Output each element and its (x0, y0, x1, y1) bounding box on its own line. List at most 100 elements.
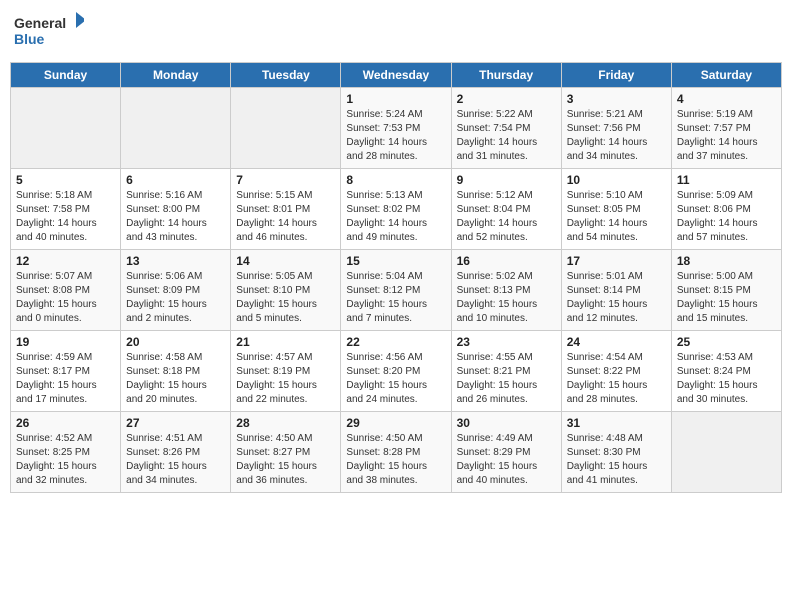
day-info: Sunrise: 5:10 AM Sunset: 8:05 PM Dayligh… (567, 189, 666, 245)
day-info: Sunrise: 4:52 AM Sunset: 8:25 PM Dayligh… (16, 432, 115, 488)
calendar-cell: 24 Sunrise: 4:54 AM Sunset: 8:22 PM Dayli… (561, 331, 671, 412)
day-info: Sunrise: 4:55 AM Sunset: 8:21 PM Dayligh… (457, 351, 556, 407)
day-header-wednesday: Wednesday (341, 63, 451, 88)
calendar-cell: 17 Sunrise: 5:01 AM Sunset: 8:14 PM Dayli… (561, 250, 671, 331)
svg-text:Blue: Blue (14, 31, 45, 47)
week-row-4: 19 Sunrise: 4:59 AM Sunset: 8:17 PM Dayli… (11, 331, 782, 412)
day-info: Sunrise: 4:58 AM Sunset: 8:18 PM Dayligh… (126, 351, 225, 407)
day-number: 10 (567, 173, 666, 187)
page-header: General Blue (10, 10, 782, 54)
day-number: 4 (677, 92, 776, 106)
day-info: Sunrise: 5:15 AM Sunset: 8:01 PM Dayligh… (236, 189, 335, 245)
day-number: 2 (457, 92, 556, 106)
day-number: 31 (567, 416, 666, 430)
day-number: 26 (16, 416, 115, 430)
calendar-cell: 12 Sunrise: 5:07 AM Sunset: 8:08 PM Dayli… (11, 250, 121, 331)
day-header-monday: Monday (121, 63, 231, 88)
day-info: Sunrise: 5:01 AM Sunset: 8:14 PM Dayligh… (567, 270, 666, 326)
day-info: Sunrise: 4:50 AM Sunset: 8:27 PM Dayligh… (236, 432, 335, 488)
calendar-cell: 11Sunrise: 5:09 AM Sunset: 8:06 PM Dayli… (671, 169, 781, 250)
day-number: 21 (236, 335, 335, 349)
day-info: Sunrise: 5:13 AM Sunset: 8:02 PM Dayligh… (346, 189, 445, 245)
day-header-sunday: Sunday (11, 63, 121, 88)
day-number: 8 (346, 173, 445, 187)
calendar-cell: 22 Sunrise: 4:56 AM Sunset: 8:20 PM Dayli… (341, 331, 451, 412)
day-info: Sunrise: 4:49 AM Sunset: 8:29 PM Dayligh… (457, 432, 556, 488)
day-header-friday: Friday (561, 63, 671, 88)
calendar-cell: 13 Sunrise: 5:06 AM Sunset: 8:09 PM Dayli… (121, 250, 231, 331)
day-number: 24 (567, 335, 666, 349)
day-info: Sunrise: 4:51 AM Sunset: 8:26 PM Dayligh… (126, 432, 225, 488)
day-info: Sunrise: 5:18 AM Sunset: 7:58 PM Dayligh… (16, 189, 115, 245)
day-number: 16 (457, 254, 556, 268)
day-number: 22 (346, 335, 445, 349)
day-info: Sunrise: 5:02 AM Sunset: 8:13 PM Dayligh… (457, 270, 556, 326)
day-header-saturday: Saturday (671, 63, 781, 88)
calendar-cell: 19 Sunrise: 4:59 AM Sunset: 8:17 PM Dayli… (11, 331, 121, 412)
day-number: 14 (236, 254, 335, 268)
day-info: Sunrise: 4:48 AM Sunset: 8:30 PM Dayligh… (567, 432, 666, 488)
svg-text:General: General (14, 15, 66, 31)
logo: General Blue (14, 10, 84, 54)
calendar-cell: 27 Sunrise: 4:51 AM Sunset: 8:26 PM Dayli… (121, 412, 231, 493)
day-number: 12 (16, 254, 115, 268)
day-info: Sunrise: 5:07 AM Sunset: 8:08 PM Dayligh… (16, 270, 115, 326)
day-header-tuesday: Tuesday (231, 63, 341, 88)
day-info: Sunrise: 4:53 AM Sunset: 8:24 PM Dayligh… (677, 351, 776, 407)
calendar-cell: 15 Sunrise: 5:04 AM Sunset: 8:12 PM Dayli… (341, 250, 451, 331)
day-info: Sunrise: 4:50 AM Sunset: 8:28 PM Dayligh… (346, 432, 445, 488)
day-info: Sunrise: 5:24 AM Sunset: 7:53 PM Dayligh… (346, 108, 445, 164)
day-info: Sunrise: 5:09 AM Sunset: 8:06 PM Dayligh… (677, 189, 776, 245)
day-number: 18 (677, 254, 776, 268)
day-info: Sunrise: 5:00 AM Sunset: 8:15 PM Dayligh… (677, 270, 776, 326)
day-number: 19 (16, 335, 115, 349)
day-number: 29 (346, 416, 445, 430)
day-info: Sunrise: 5:21 AM Sunset: 7:56 PM Dayligh… (567, 108, 666, 164)
day-info: Sunrise: 4:54 AM Sunset: 8:22 PM Dayligh… (567, 351, 666, 407)
day-number: 1 (346, 92, 445, 106)
week-row-3: 12 Sunrise: 5:07 AM Sunset: 8:08 PM Dayli… (11, 250, 782, 331)
day-number: 30 (457, 416, 556, 430)
day-number: 23 (457, 335, 556, 349)
day-number: 17 (567, 254, 666, 268)
calendar-cell: 23 Sunrise: 4:55 AM Sunset: 8:21 PM Dayli… (451, 331, 561, 412)
day-info: Sunrise: 5:19 AM Sunset: 7:57 PM Dayligh… (677, 108, 776, 164)
day-number: 3 (567, 92, 666, 106)
week-row-5: 26 Sunrise: 4:52 AM Sunset: 8:25 PM Dayli… (11, 412, 782, 493)
calendar-cell: 25Sunrise: 4:53 AM Sunset: 8:24 PM Dayli… (671, 331, 781, 412)
day-number: 27 (126, 416, 225, 430)
days-header-row: SundayMondayTuesdayWednesdayThursdayFrid… (11, 63, 782, 88)
calendar-cell: 3 Sunrise: 5:21 AM Sunset: 7:56 PM Daylig… (561, 88, 671, 169)
calendar-cell: 28 Sunrise: 4:50 AM Sunset: 8:27 PM Dayli… (231, 412, 341, 493)
day-number: 15 (346, 254, 445, 268)
calendar-cell: 10 Sunrise: 5:10 AM Sunset: 8:05 PM Dayli… (561, 169, 671, 250)
calendar-cell: 9Sunrise: 5:12 AM Sunset: 8:04 PM Daylig… (451, 169, 561, 250)
calendar-cell: 26 Sunrise: 4:52 AM Sunset: 8:25 PM Dayli… (11, 412, 121, 493)
day-number: 5 (16, 173, 115, 187)
calendar-cell: 20Sunrise: 4:58 AM Sunset: 8:18 PM Dayli… (121, 331, 231, 412)
calendar-cell: 1 Sunrise: 5:24 AM Sunset: 7:53 PM Daylig… (341, 88, 451, 169)
calendar-cell: 30 Sunrise: 4:49 AM Sunset: 8:29 PM Dayli… (451, 412, 561, 493)
day-info: Sunrise: 4:57 AM Sunset: 8:19 PM Dayligh… (236, 351, 335, 407)
calendar-cell: 2Sunrise: 5:22 AM Sunset: 7:54 PM Daylig… (451, 88, 561, 169)
calendar-cell: 18 Sunrise: 5:00 AM Sunset: 8:15 PM Dayli… (671, 250, 781, 331)
calendar-cell: 31 Sunrise: 4:48 AM Sunset: 8:30 PM Dayli… (561, 412, 671, 493)
logo-icon: General Blue (14, 10, 84, 54)
calendar-cell (121, 88, 231, 169)
calendar-table: SundayMondayTuesdayWednesdayThursdayFrid… (10, 62, 782, 493)
day-info: Sunrise: 5:06 AM Sunset: 8:09 PM Dayligh… (126, 270, 225, 326)
day-info: Sunrise: 5:04 AM Sunset: 8:12 PM Dayligh… (346, 270, 445, 326)
calendar-cell: 29 Sunrise: 4:50 AM Sunset: 8:28 PM Dayli… (341, 412, 451, 493)
calendar-cell: 5 Sunrise: 5:18 AM Sunset: 7:58 PM Daylig… (11, 169, 121, 250)
calendar-cell (671, 412, 781, 493)
calendar-cell (231, 88, 341, 169)
day-header-thursday: Thursday (451, 63, 561, 88)
day-info: Sunrise: 4:59 AM Sunset: 8:17 PM Dayligh… (16, 351, 115, 407)
calendar-cell: 7Sunrise: 5:15 AM Sunset: 8:01 PM Daylig… (231, 169, 341, 250)
day-info: Sunrise: 5:05 AM Sunset: 8:10 PM Dayligh… (236, 270, 335, 326)
day-info: Sunrise: 4:56 AM Sunset: 8:20 PM Dayligh… (346, 351, 445, 407)
day-number: 13 (126, 254, 225, 268)
calendar-cell: 14 Sunrise: 5:05 AM Sunset: 8:10 PM Dayli… (231, 250, 341, 331)
day-number: 28 (236, 416, 335, 430)
day-info: Sunrise: 5:12 AM Sunset: 8:04 PM Dayligh… (457, 189, 556, 245)
